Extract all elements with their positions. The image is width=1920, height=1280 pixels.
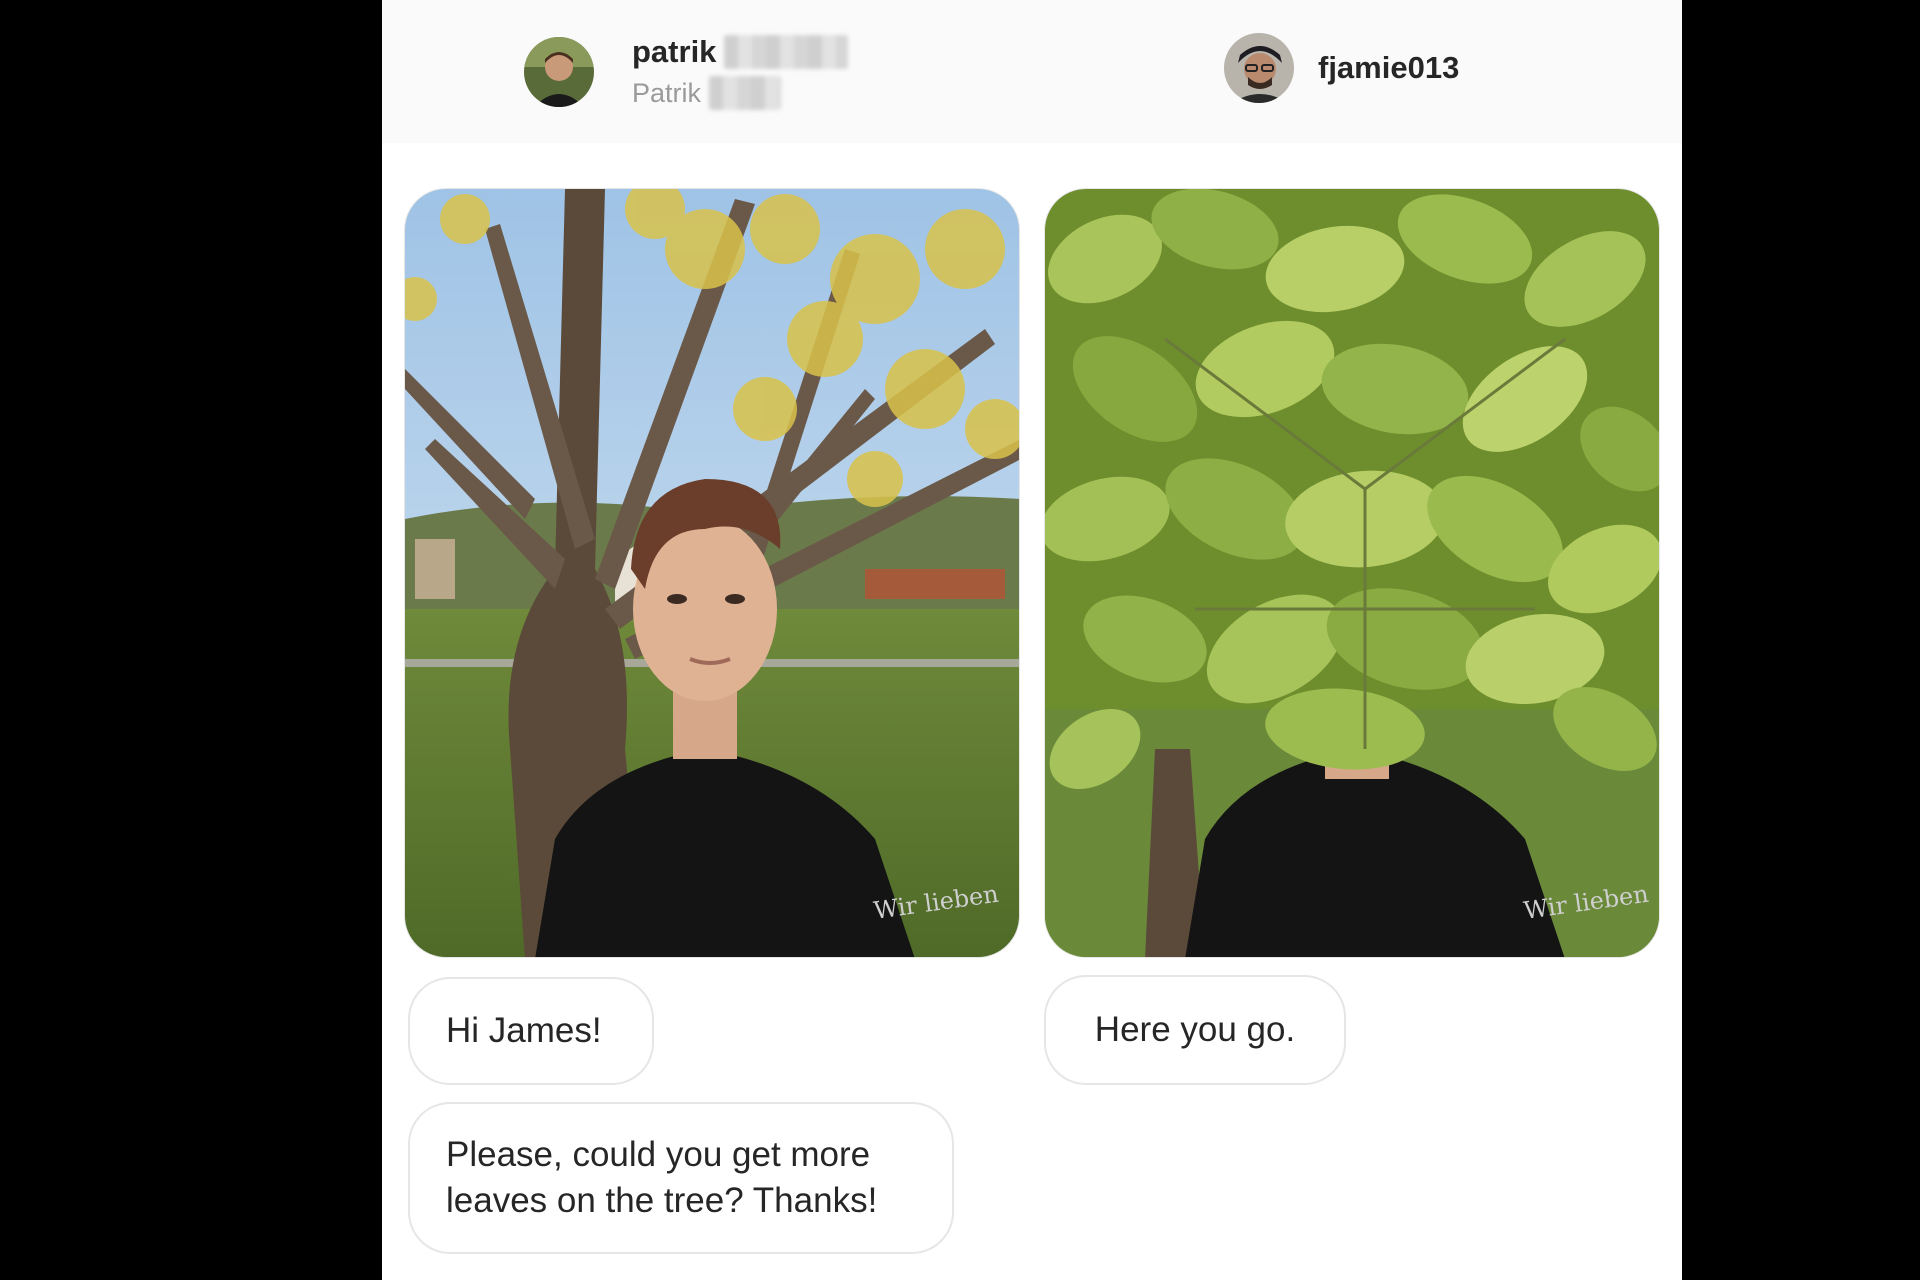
edited-photo[interactable]: Wir lieben [1044,188,1660,958]
message-text: Please, could you get more leaves on the… [446,1135,878,1220]
left-user-avatar[interactable] [524,36,594,107]
conversation-header: patrik Patrik fjamie013 [382,0,1682,143]
left-user-profile[interactable]: patrik Patrik [524,33,849,110]
screenshot-stage: patrik Patrik fjamie013 Wir lieben Wir l… [0,0,1920,1280]
left-full-name: Patrik [632,76,848,110]
right-user-names: fjamie013 [1318,33,1459,103]
reply-bubble[interactable]: Here you go. [1044,975,1346,1085]
right-user-avatar[interactable] [1224,33,1294,103]
conversation-panel: patrik Patrik fjamie013 Wir lieben Wir l… [382,0,1682,1280]
boy-under-tree-image: Wir lieben [405,189,1019,957]
user-avatar-icon [524,36,594,107]
user-avatar-icon [1224,33,1294,103]
redacted-full-surname [709,76,782,110]
right-username[interactable]: fjamie013 [1318,33,1459,103]
leaves-covering-face-image: Wir lieben [1045,189,1659,957]
left-user-names: patrik Patrik [632,33,849,110]
message-text: Hi James! [446,1011,602,1050]
right-user-profile[interactable]: fjamie013 [1224,33,1459,103]
message-bubble[interactable]: Please, could you get more leaves on the… [408,1102,954,1254]
message-text: Here you go. [1094,1010,1296,1049]
original-photo[interactable]: Wir lieben [404,188,1020,958]
redacted-surname [724,35,849,69]
left-username[interactable]: patrik [632,33,849,71]
message-bubble[interactable]: Hi James! [408,977,654,1085]
